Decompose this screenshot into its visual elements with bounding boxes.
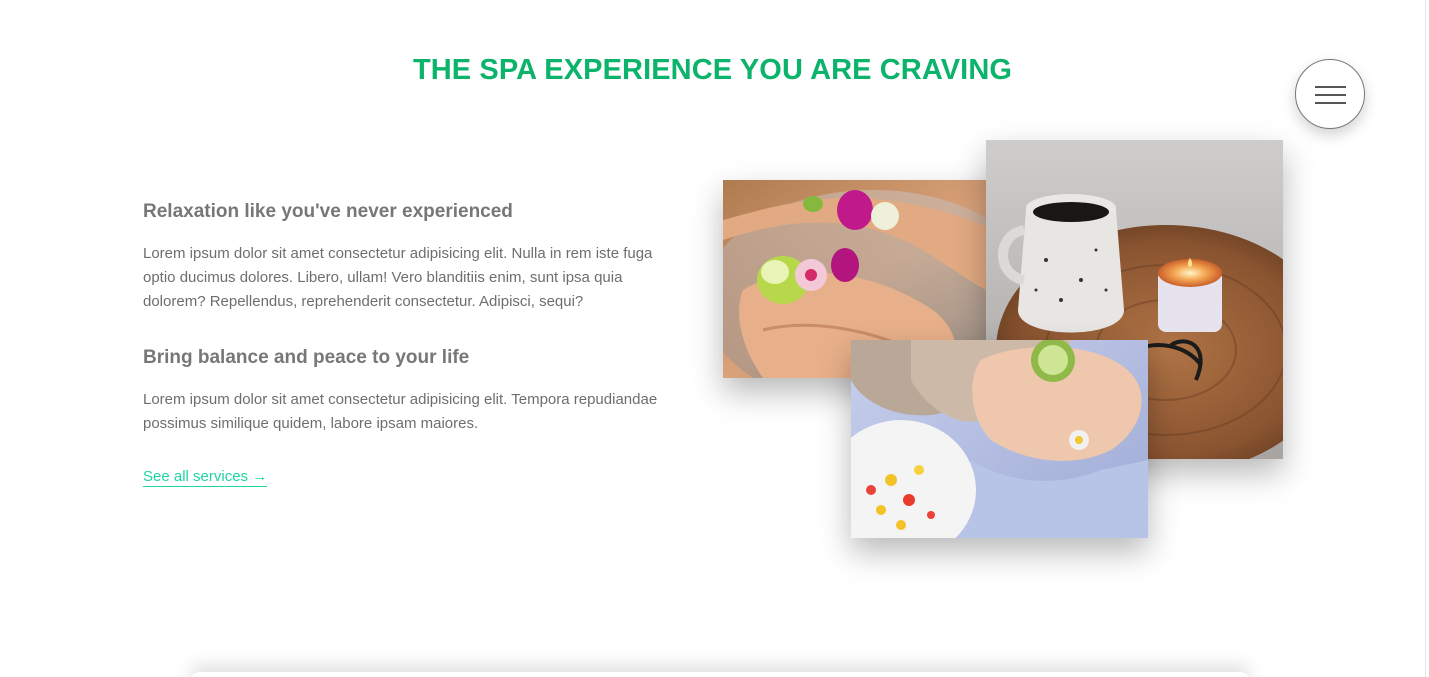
spa-facial-photo [851,340,1148,538]
page: THE SPA EXPERIENCE YOU ARE CRAVING Relax… [0,0,1429,677]
menu-button[interactable] [1295,59,1365,129]
features-text: Relaxation like you've never experienced… [143,198,663,487]
see-all-services-link[interactable]: See all services → [143,468,268,487]
page-edge-divider [1425,0,1426,677]
feature-heading-balance: Bring balance and peace to your life [143,347,470,368]
feature-text-balance: Lorem ipsum dolor sit amet consectetur a… [143,391,658,432]
next-section-card [190,672,1250,677]
feature-text-relaxation: Lorem ipsum dolor sit amet consectetur a… [143,245,653,310]
feature-heading-relaxation: Relaxation like you've never experienced [143,201,513,222]
section-title: THE SPA EXPERIENCE YOU ARE CRAVING [412,54,1013,86]
